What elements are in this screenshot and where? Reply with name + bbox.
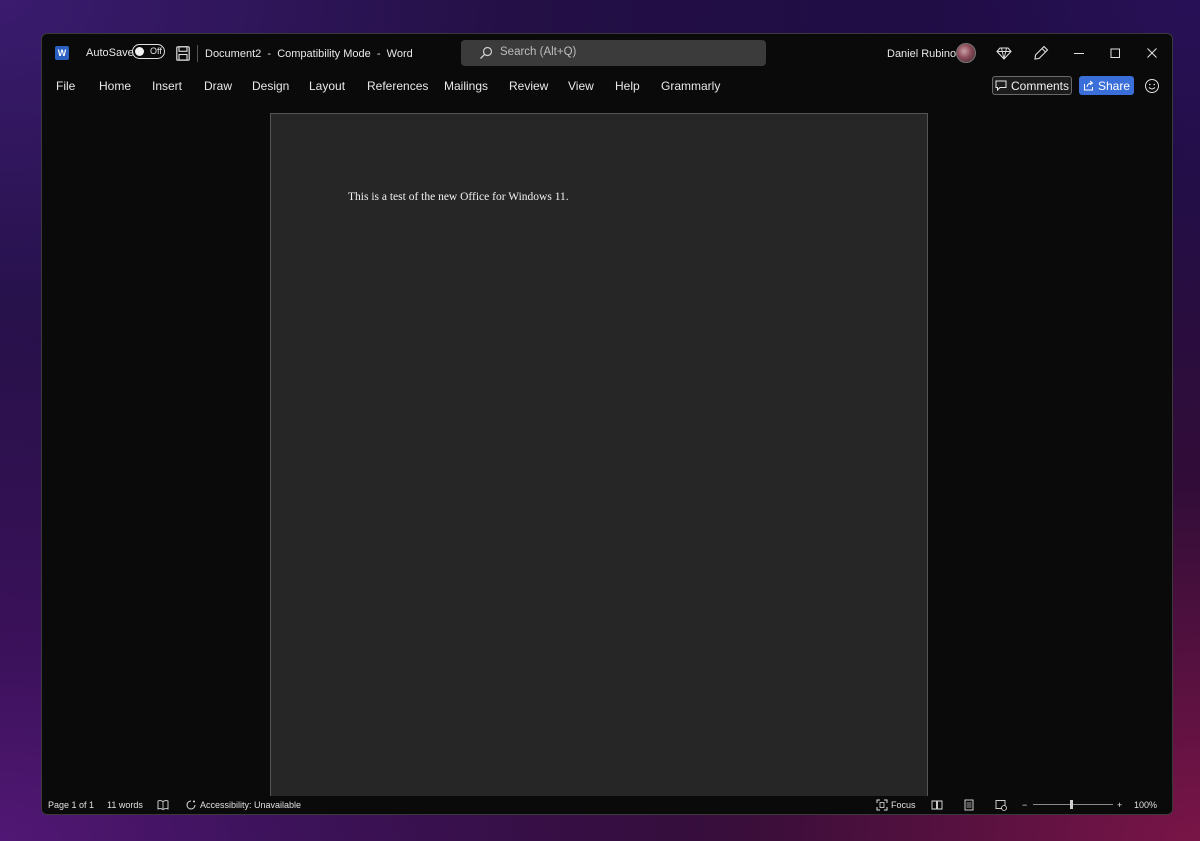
zoom-slider-thumb[interactable]	[1070, 800, 1073, 809]
comment-icon	[995, 80, 1007, 91]
accessibility-status[interactable]: Accessibility: Unavailable	[200, 800, 301, 810]
page-info[interactable]: Page 1 of 1	[48, 800, 94, 810]
tab-design[interactable]: Design	[252, 79, 289, 93]
tab-draw[interactable]: Draw	[204, 79, 232, 93]
autosave-toggle[interactable]: Off	[132, 44, 165, 59]
pen-icon[interactable]	[1033, 45, 1049, 61]
document-title: Document2 - Compatibility Mode - Word	[205, 48, 413, 60]
document-page[interactable]: This is a test of the new Office for Win…	[270, 113, 928, 796]
status-bar: Page 1 of 1 11 words Accessibility: Unav…	[42, 796, 1172, 814]
compat-mode-label: Compatibility Mode	[277, 48, 371, 60]
document-name: Document2	[205, 48, 262, 60]
app-name: Word	[386, 48, 413, 60]
read-mode-icon[interactable]	[931, 799, 943, 811]
print-layout-icon[interactable]	[963, 799, 975, 811]
tab-help[interactable]: Help	[615, 79, 640, 93]
tab-review[interactable]: Review	[509, 79, 548, 93]
zoom-level[interactable]: 100%	[1134, 800, 1157, 810]
autosave-state: Off	[150, 46, 162, 56]
focus-icon[interactable]	[876, 799, 888, 811]
feedback-smiley-icon[interactable]	[1144, 78, 1160, 94]
autosave-label: AutoSave	[86, 47, 134, 59]
diamond-icon[interactable]	[996, 45, 1012, 61]
title-bar: W AutoSave Off Document2 - Compatibility…	[42, 34, 1172, 74]
document-canvas[interactable]: This is a test of the new Office for Win…	[42, 102, 1172, 796]
proofing-book-icon[interactable]	[157, 799, 169, 811]
title-separator: -	[376, 48, 381, 60]
toggle-knob	[135, 47, 144, 56]
word-app-icon[interactable]: W	[55, 46, 69, 60]
share-button[interactable]: Share	[1079, 76, 1134, 95]
avatar[interactable]	[956, 43, 976, 63]
maximize-icon[interactable]	[1107, 45, 1123, 61]
search-placeholder: Search (Alt+Q)	[500, 46, 577, 58]
tab-home[interactable]: Home	[99, 79, 131, 93]
save-icon[interactable]	[176, 46, 190, 61]
share-icon	[1083, 80, 1094, 91]
word-count[interactable]: 11 words	[107, 800, 143, 810]
tab-mailings[interactable]: Mailings	[444, 79, 488, 93]
zoom-slider-track[interactable]	[1033, 804, 1113, 805]
tab-view[interactable]: View	[568, 79, 594, 93]
user-name[interactable]: Daniel Rubino	[887, 48, 956, 60]
title-separator: -	[267, 48, 272, 60]
comments-button[interactable]: Comments	[992, 76, 1072, 95]
tab-insert[interactable]: Insert	[152, 79, 182, 93]
minimize-icon[interactable]	[1071, 45, 1087, 61]
document-body-text[interactable]: This is a test of the new Office for Win…	[348, 191, 569, 203]
close-icon[interactable]	[1144, 45, 1160, 61]
zoom-out-button[interactable]: −	[1022, 800, 1027, 810]
focus-label[interactable]: Focus	[891, 800, 916, 810]
accessibility-icon[interactable]	[185, 799, 197, 811]
tab-grammarly[interactable]: Grammarly	[661, 79, 720, 93]
tab-layout[interactable]: Layout	[309, 79, 345, 93]
title-divider	[197, 45, 198, 62]
tab-file[interactable]: File	[56, 79, 75, 93]
tab-references[interactable]: References	[367, 79, 428, 93]
zoom-in-button[interactable]: +	[1117, 800, 1122, 810]
web-layout-icon[interactable]	[995, 799, 1007, 811]
search-icon	[480, 46, 493, 59]
word-window: W AutoSave Off Document2 - Compatibility…	[41, 33, 1173, 815]
share-label: Share	[1097, 78, 1131, 93]
search-box[interactable]: Search (Alt+Q)	[461, 40, 766, 66]
comments-label: Comments	[1010, 78, 1069, 93]
